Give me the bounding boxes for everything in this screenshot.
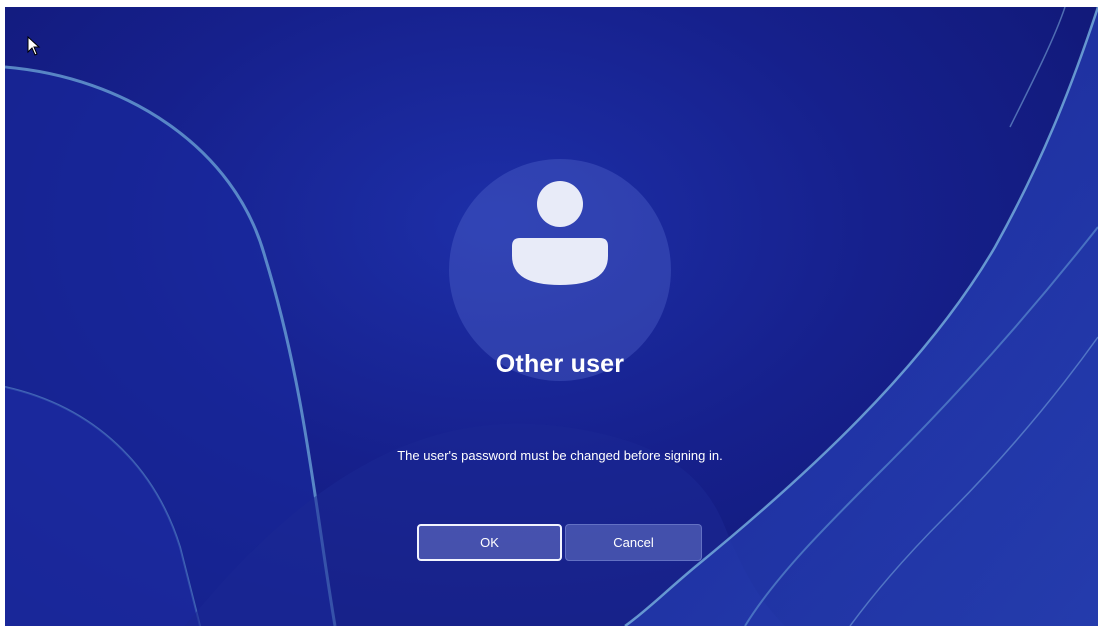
- mouse-pointer-icon: [27, 36, 41, 56]
- cancel-button[interactable]: Cancel: [565, 524, 702, 561]
- ok-button[interactable]: OK: [417, 524, 562, 561]
- user-silhouette-icon: [512, 181, 608, 285]
- user-name-heading: Other user: [495, 350, 625, 378]
- password-change-message: The user's password must be changed befo…: [397, 448, 723, 463]
- sign-in-screen: Other user The user's password must be c…: [5, 7, 1098, 626]
